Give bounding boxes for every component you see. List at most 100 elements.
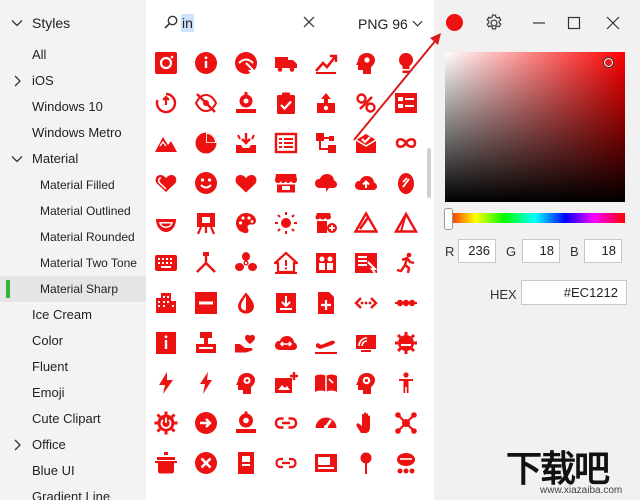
link-off-icon[interactable] (354, 91, 378, 115)
emoji-people-icon[interactable] (394, 371, 418, 395)
search-input[interactable] (180, 13, 290, 33)
opacity-icon[interactable] (234, 291, 258, 315)
chevron-right-icon[interactable] (10, 68, 24, 94)
toys-fan-icon[interactable] (234, 251, 258, 275)
easel-icon[interactable] (194, 211, 218, 235)
psychology-icon[interactable] (354, 51, 378, 75)
favorite-border-heart-icon[interactable] (154, 171, 178, 195)
settings-suggest-icon[interactable] (234, 91, 258, 115)
flag-stand-icon[interactable] (194, 331, 218, 355)
chevron-right-icon[interactable] (10, 432, 24, 458)
emoji-emotions-icon[interactable] (194, 171, 218, 195)
list-alt-icon[interactable] (274, 131, 298, 155)
maximize-button[interactable] (565, 14, 583, 32)
sidebar-item-gradient-line[interactable]: Gradient Line (0, 484, 146, 500)
camera-tripod-icon[interactable] (194, 251, 218, 275)
settings-power-icon[interactable] (154, 411, 178, 435)
green-input[interactable]: 18 (522, 239, 560, 263)
sidebar-item-material[interactable]: Material (0, 146, 146, 172)
sidebar-item-cute-clipart[interactable]: Cute Clipart (0, 406, 146, 432)
sidebar-item-material-two-tone[interactable]: Material Two Tone (0, 250, 146, 276)
link-alt-icon[interactable] (274, 451, 298, 475)
sidebar-item-material-rounded[interactable]: Material Rounded (0, 224, 146, 250)
sidebar-item-ice-cream[interactable]: Ice Cream (0, 302, 146, 328)
cloud-comment-icon[interactable] (314, 171, 338, 195)
assignment-turned-in-icon[interactable] (274, 91, 298, 115)
sidebar-item-material-filled[interactable]: Material Filled (0, 172, 146, 198)
settings-ethernet-icon[interactable] (354, 291, 378, 315)
reduce-capacity-icon[interactable] (314, 251, 338, 275)
color-swatch-button[interactable] (446, 14, 463, 31)
directions-run-icon[interactable] (394, 251, 418, 275)
settings-suggest-alt-icon[interactable] (234, 411, 258, 435)
link-icon[interactable] (274, 411, 298, 435)
sidebar-item-blue-ui[interactable]: Blue UI (0, 458, 146, 484)
change-history-icon[interactable] (354, 211, 378, 235)
landscape-icon[interactable] (154, 131, 178, 155)
add-business-icon[interactable] (314, 211, 338, 235)
hue-slider-handle[interactable] (444, 208, 453, 230)
trending-up-icon[interactable] (314, 51, 338, 75)
flash-on-icon[interactable] (194, 371, 218, 395)
clear-search-button[interactable] (302, 15, 316, 29)
sentiment-icon[interactable] (154, 211, 178, 235)
note-add-icon[interactable] (314, 291, 338, 315)
change-history-outline-icon[interactable] (394, 211, 418, 235)
account-tree-icon[interactable] (314, 131, 338, 155)
psychology-gear-icon[interactable] (354, 371, 378, 395)
settings-ethernet-cloud-icon[interactable] (274, 331, 298, 355)
restart-alt-icon[interactable] (154, 91, 178, 115)
speed-icon[interactable] (314, 411, 338, 435)
instagram-icon[interactable] (154, 51, 178, 75)
menu-open-icon[interactable] (354, 251, 378, 275)
settings-button[interactable] (484, 13, 504, 33)
info-icon[interactable] (194, 51, 218, 75)
sidebar-item-material-outlined[interactable]: Material Outlined (0, 198, 146, 224)
cancel-icon[interactable] (194, 451, 218, 475)
saturation-value-picker[interactable] (445, 52, 625, 202)
hex-input[interactable]: #EC1212 (521, 280, 627, 305)
egg-alt-icon[interactable] (394, 171, 418, 195)
favorite-icon[interactable] (234, 171, 258, 195)
sidebar-item-fluent[interactable]: Fluent (0, 354, 146, 380)
keyboard-icon[interactable] (154, 251, 178, 275)
sidebar-item-office[interactable]: Office (0, 432, 146, 458)
sidebar-item-color[interactable]: Color (0, 328, 146, 354)
add-photo-icon[interactable] (274, 371, 298, 395)
wb-sunny-icon[interactable] (274, 211, 298, 235)
menu-book-alt-icon[interactable] (234, 451, 258, 475)
menu-book-icon[interactable] (314, 371, 338, 395)
sidebar-item-windows-metro[interactable]: Windows Metro (0, 120, 146, 146)
emoji-objects-icon[interactable] (394, 51, 418, 75)
saturation-value-handle[interactable] (604, 58, 613, 67)
arrow-circle-right-icon[interactable] (194, 411, 218, 435)
coronavirus-icon[interactable] (394, 451, 418, 475)
featured-video-icon[interactable] (314, 451, 338, 475)
indeterminate-icon[interactable] (194, 291, 218, 315)
local-shipping-icon[interactable] (274, 51, 298, 75)
linear-scale-icon[interactable] (394, 291, 418, 315)
vertical-align-bottom-icon[interactable] (274, 291, 298, 315)
pie-chart-icon[interactable] (194, 131, 218, 155)
cloud-upload-icon[interactable] (354, 171, 378, 195)
format-dropdown[interactable]: PNG 96 (358, 13, 423, 35)
red-input[interactable]: 236 (458, 239, 496, 263)
volunteer-activism-icon[interactable] (234, 331, 258, 355)
cast-connected-icon[interactable] (314, 91, 338, 115)
bolt-icon[interactable] (154, 371, 178, 395)
hue-slider[interactable] (445, 213, 625, 223)
close-window-button[interactable] (604, 14, 622, 32)
blue-input[interactable]: 18 (584, 239, 622, 263)
push-pin-icon[interactable] (354, 451, 378, 475)
connected-tv-icon[interactable] (354, 331, 378, 355)
palette-icon[interactable] (234, 211, 258, 235)
info-outline-box-icon[interactable] (154, 331, 178, 355)
ballot-icon[interactable] (394, 91, 418, 115)
sidebar-item-ios[interactable]: iOS (0, 68, 146, 94)
all-inclusive-icon[interactable] (394, 131, 418, 155)
psychology-alt-icon[interactable] (234, 371, 258, 395)
home-alert-icon[interactable] (274, 251, 298, 275)
apartment-icon[interactable] (154, 291, 178, 315)
cookie-pot-icon[interactable] (154, 451, 178, 475)
hub-icon[interactable] (394, 411, 418, 435)
